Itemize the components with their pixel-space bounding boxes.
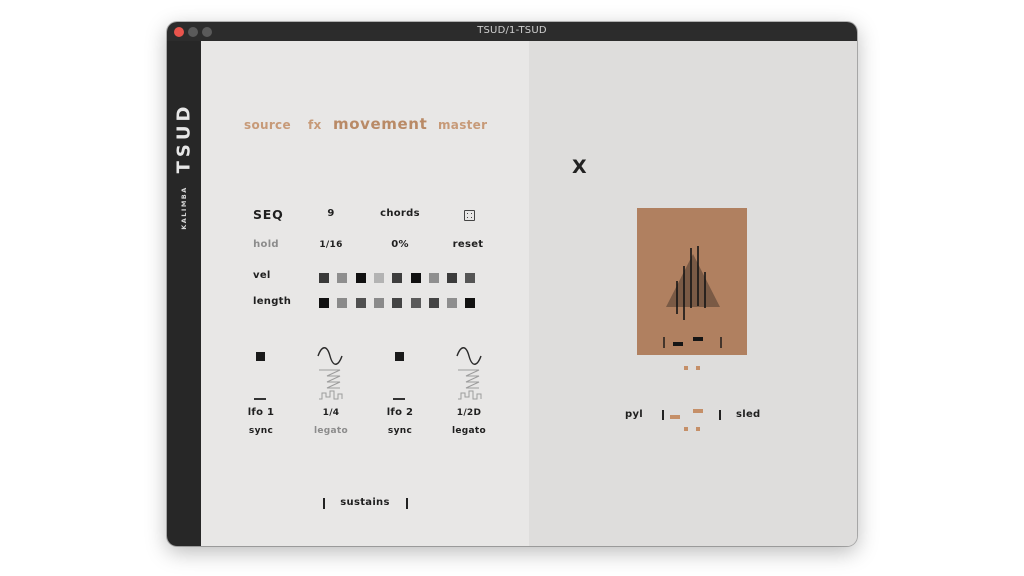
seq-rate-value[interactable]: 1/16 (319, 240, 342, 250)
velocity-step[interactable] (337, 273, 348, 283)
tab-movement[interactable]: movement (333, 115, 427, 133)
length-label: length (253, 296, 292, 307)
sled-label: sled (736, 409, 761, 420)
instrument-name: KALIMBA (180, 186, 188, 230)
lfo1-sync-toggle[interactable]: sync (249, 426, 273, 436)
pyl-visualizer[interactable] (637, 208, 747, 355)
length-step[interactable] (465, 298, 476, 308)
tab-master[interactable]: master (438, 118, 487, 132)
sled-position-marker[interactable] (670, 415, 680, 419)
velocity-step[interactable] (447, 273, 458, 283)
length-step[interactable] (392, 298, 403, 308)
pyl-sled-divider-left (662, 410, 664, 420)
sled-indicator-dot (684, 427, 688, 431)
length-step[interactable] (355, 298, 366, 308)
length-step[interactable] (373, 298, 384, 308)
pyl-sled-divider-right (719, 410, 721, 420)
velocity-step[interactable] (355, 273, 366, 283)
lfo2-label: lfo 2 (386, 407, 414, 418)
velocity-step[interactable] (428, 273, 439, 283)
sustains-divider-right (406, 498, 408, 509)
sled-position-marker[interactable] (693, 409, 703, 413)
window-title: TSUD/1-TSUD (477, 25, 547, 36)
brand-sidebar: TSUD KALIMBA (167, 41, 201, 546)
length-step[interactable] (428, 298, 439, 308)
lfo2-rate-value[interactable]: 1/2D (457, 408, 481, 418)
length-step[interactable] (337, 298, 348, 308)
triangle-strings-graphic (663, 246, 722, 348)
swing-value[interactable]: 0% (391, 239, 409, 250)
movement-panel: source fx movement master SEQ 9 chords h… (201, 41, 529, 546)
length-step[interactable] (447, 298, 458, 308)
brand-logo: TSUD (173, 102, 195, 174)
hold-button[interactable]: hold (253, 239, 279, 250)
title-bar: TSUD/1-TSUD (167, 22, 857, 42)
lfo2-legato-toggle[interactable]: legato (452, 426, 486, 436)
lfo1-rate-value[interactable]: 1/4 (323, 408, 340, 418)
velocity-step[interactable] (319, 273, 329, 283)
sustains-divider-left (323, 498, 325, 509)
seq-title: SEQ (253, 207, 284, 222)
velocity-step[interactable] (392, 273, 403, 283)
sled-indicator-dot (696, 427, 700, 431)
close-icon[interactable]: X (572, 156, 587, 178)
velocity-step[interactable] (373, 273, 384, 283)
lfo1-rate-slider-handle[interactable] (256, 352, 265, 361)
lfo2-shape-selector[interactable] (455, 346, 485, 404)
vel-label: vel (253, 270, 271, 281)
lfo1-label: lfo 1 (247, 407, 275, 418)
pyl-indicator-dot (696, 366, 700, 370)
visualizer-panel: X pyl sled (529, 41, 857, 546)
dice-icon[interactable] (464, 210, 475, 221)
pyl-indicator-dot (684, 366, 688, 370)
velocity-step[interactable] (465, 273, 476, 283)
velocity-step[interactable] (410, 273, 421, 283)
reset-button[interactable]: reset (453, 239, 484, 250)
lfo2-sync-toggle[interactable]: sync (388, 426, 412, 436)
lfo1-depth-line (254, 398, 266, 400)
lfo1-shape-selector[interactable] (316, 346, 346, 404)
length-step[interactable] (319, 298, 329, 308)
pyl-label: pyl (625, 409, 644, 420)
chords-button[interactable]: chords (380, 208, 420, 219)
lfo1-legato-toggle[interactable]: legato (314, 426, 348, 436)
tab-fx[interactable]: fx (308, 118, 322, 132)
sustains-button[interactable]: sustains (340, 497, 389, 508)
length-step[interactable] (410, 298, 421, 308)
lfo2-rate-slider-handle[interactable] (395, 352, 404, 361)
lfo2-depth-line (393, 398, 405, 400)
tab-source[interactable]: source (244, 118, 291, 132)
seq-steps-value[interactable]: 9 (327, 208, 334, 219)
plugin-window: TSUD/1-TSUD TSUD KALIMBA source fx movem… (167, 22, 857, 546)
